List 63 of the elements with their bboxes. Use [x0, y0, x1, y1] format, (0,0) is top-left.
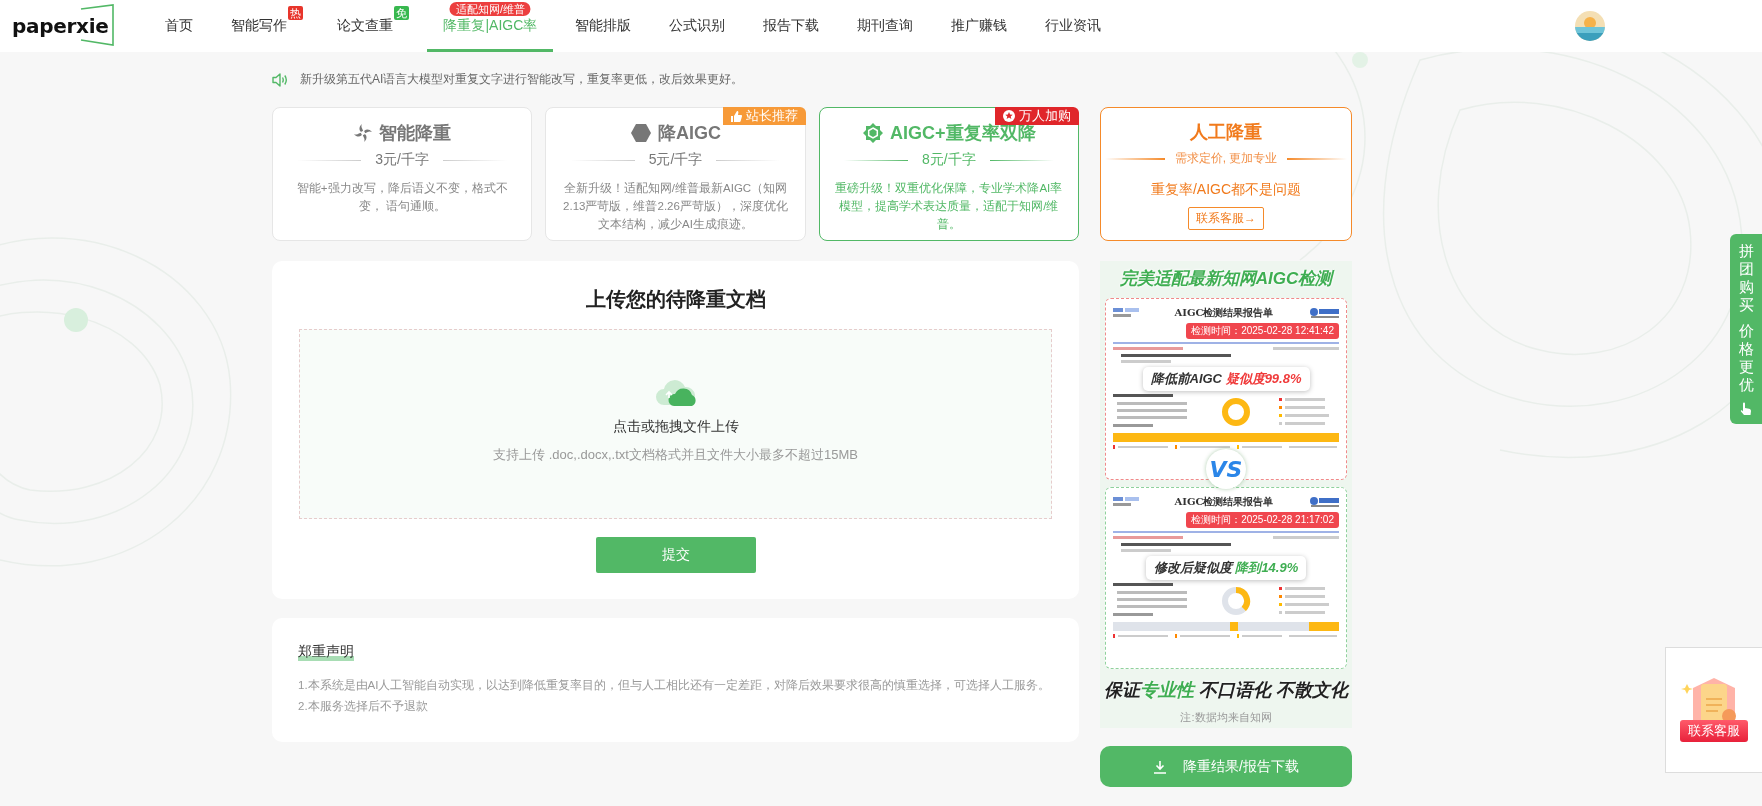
nav-tab[interactable]: 智能写作 [215, 0, 289, 52]
cloud-upload-icon [653, 378, 698, 408]
disclaimer-text: 2.本服务选择后不予退款 [298, 699, 429, 714]
thumbs-up-icon [730, 110, 742, 122]
nav-tab[interactable]: 报告下载 [747, 0, 836, 52]
plan-card[interactable]: 站长推荐 降AIGC 5元/千字 全新升级！适配知网/维普最新AIGC（知网2.13严苛版，维普2.26严苛版），深度优化文本结构，减少AI生成痕迹。 [545, 107, 806, 241]
upload-dropzone[interactable]: 点击或拖拽文件上传 支持上传 .doc,.docx,.txt文档格式并且文件大小最多不超过15MB [299, 329, 1052, 519]
result-callout: 降低前AIGC 疑似度99.8% [1142, 367, 1310, 391]
plan-price: 8元/千字 [922, 151, 976, 169]
plan-subtitle: 需求定价, 更加专业 [1174, 150, 1278, 167]
plan-description: 重复率/AIGC都不是问题 [1150, 181, 1302, 199]
slogan-text: 保证专业性 不口语化 不散文化 [1104, 679, 1348, 702]
disclaimer-title: 郑重声明 [298, 643, 354, 661]
contact-service-button[interactable]: 联系客服 [1665, 647, 1762, 773]
download-icon [1153, 759, 1168, 774]
plan-title: 智能降重 [379, 122, 452, 145]
corner-badge: 热 [288, 6, 304, 20]
report-logo-icon [1113, 496, 1139, 508]
upload-hint: 支持上传 .doc,.docx,.txt文档格式并且文件大小最多不超过15MB [493, 446, 858, 464]
plan-description: 智能+强力改写，降后语义不变，格式不变， 语句通顺。 [295, 181, 509, 214]
donut-chart-drawing [1220, 396, 1252, 428]
upload-title: 上传您的待降重文档 [585, 287, 766, 312]
nav-tab[interactable]: 首页 [149, 0, 210, 52]
time-badge: 检测时间：2025-02-28 21:17:02 [1186, 512, 1339, 528]
plan-price: 3元/千字 [375, 151, 429, 169]
report-heading: AIGC检测结果报告单 [1174, 495, 1274, 509]
nav-tab[interactable]: 推广赚钱 [935, 0, 1024, 52]
donut-chart-drawing [1220, 585, 1252, 617]
avatar[interactable] [1575, 11, 1605, 41]
plan-price: 5元/千字 [648, 151, 703, 169]
ribbon-badge: 站长推荐 [722, 107, 806, 125]
nav-tab[interactable]: 行业资讯 [1029, 0, 1118, 52]
report-logo-icon [1309, 496, 1339, 508]
data-source-note: 注:数据均来自知网 [1180, 710, 1272, 725]
plan-description: 全新升级！适配知网/维普最新AIGC（知网2.13严苛版，维普2.26严苛版），深度优化文本结构，减少AI生成痕迹。 [562, 181, 789, 232]
plan-title: AIGC+重复率双降 [890, 122, 1036, 145]
report-logo-icon [1309, 307, 1339, 319]
pointer-hand-icon [1740, 402, 1752, 416]
tag-badge: 适配知网/维普 [449, 2, 531, 16]
pinwheel-icon [353, 123, 374, 143]
star-icon [1003, 110, 1015, 122]
ribbon-badge: 万人加购 [995, 107, 1079, 125]
plan-title: 降AIGC [658, 122, 721, 145]
notice-text: 新升级第五代AI语言大模型对重复文字进行智能改写，重复率更低，改后效果更好。 [300, 71, 744, 88]
nav-tab[interactable]: 期刊查询 [841, 0, 930, 52]
corner-badge: 免 [394, 6, 410, 20]
result-callout: 修改后疑似度 降到14.9% [1145, 556, 1307, 580]
hexagon-icon [630, 123, 652, 143]
plan-card[interactable]: 万人加购 AIGC+重复率双降 8元/千字 重磅升级！双重优化保障，专业学术降AI率模型，提高学术表达质量，适配于知网/维普。 [818, 107, 1079, 241]
nav-tab[interactable]: 论文查重 [321, 0, 395, 52]
promo-title: 完美适配最新知网AIGC检测 [1119, 268, 1333, 290]
report-heading: AIGC检测结果报告单 [1174, 306, 1274, 320]
plan-title: 人工降重 [1190, 121, 1262, 144]
nav-tab[interactable]: 智能排版 [559, 0, 648, 52]
nav-tab[interactable]: 公式识别 [653, 0, 742, 52]
disclaimer-text: 1.本系统是由AI人工智能自动实现，以达到降低重复率目的，但与人工相比还有一定差距，对降后效果要求很高的慎重选择，可选择人工服务。 [298, 678, 1052, 693]
plan-card[interactable]: 智能降重 3元/千字 智能+强力改写，降后语义不变，格式不变， 语句通顺。 [272, 107, 533, 241]
report-logo-icon [1113, 307, 1139, 319]
gear-icon [862, 122, 885, 144]
speaker-icon [272, 72, 288, 87]
time-badge: 检测时间：2025-02-28 12:41:42 [1186, 323, 1339, 339]
plan-description: 重磅升级！双重优化保障，专业学术降AI率模型，提高学术表达质量，适配于知网/维普。 [834, 181, 1064, 232]
upload-prompt: 点击或拖拽文件上传 [612, 418, 739, 436]
